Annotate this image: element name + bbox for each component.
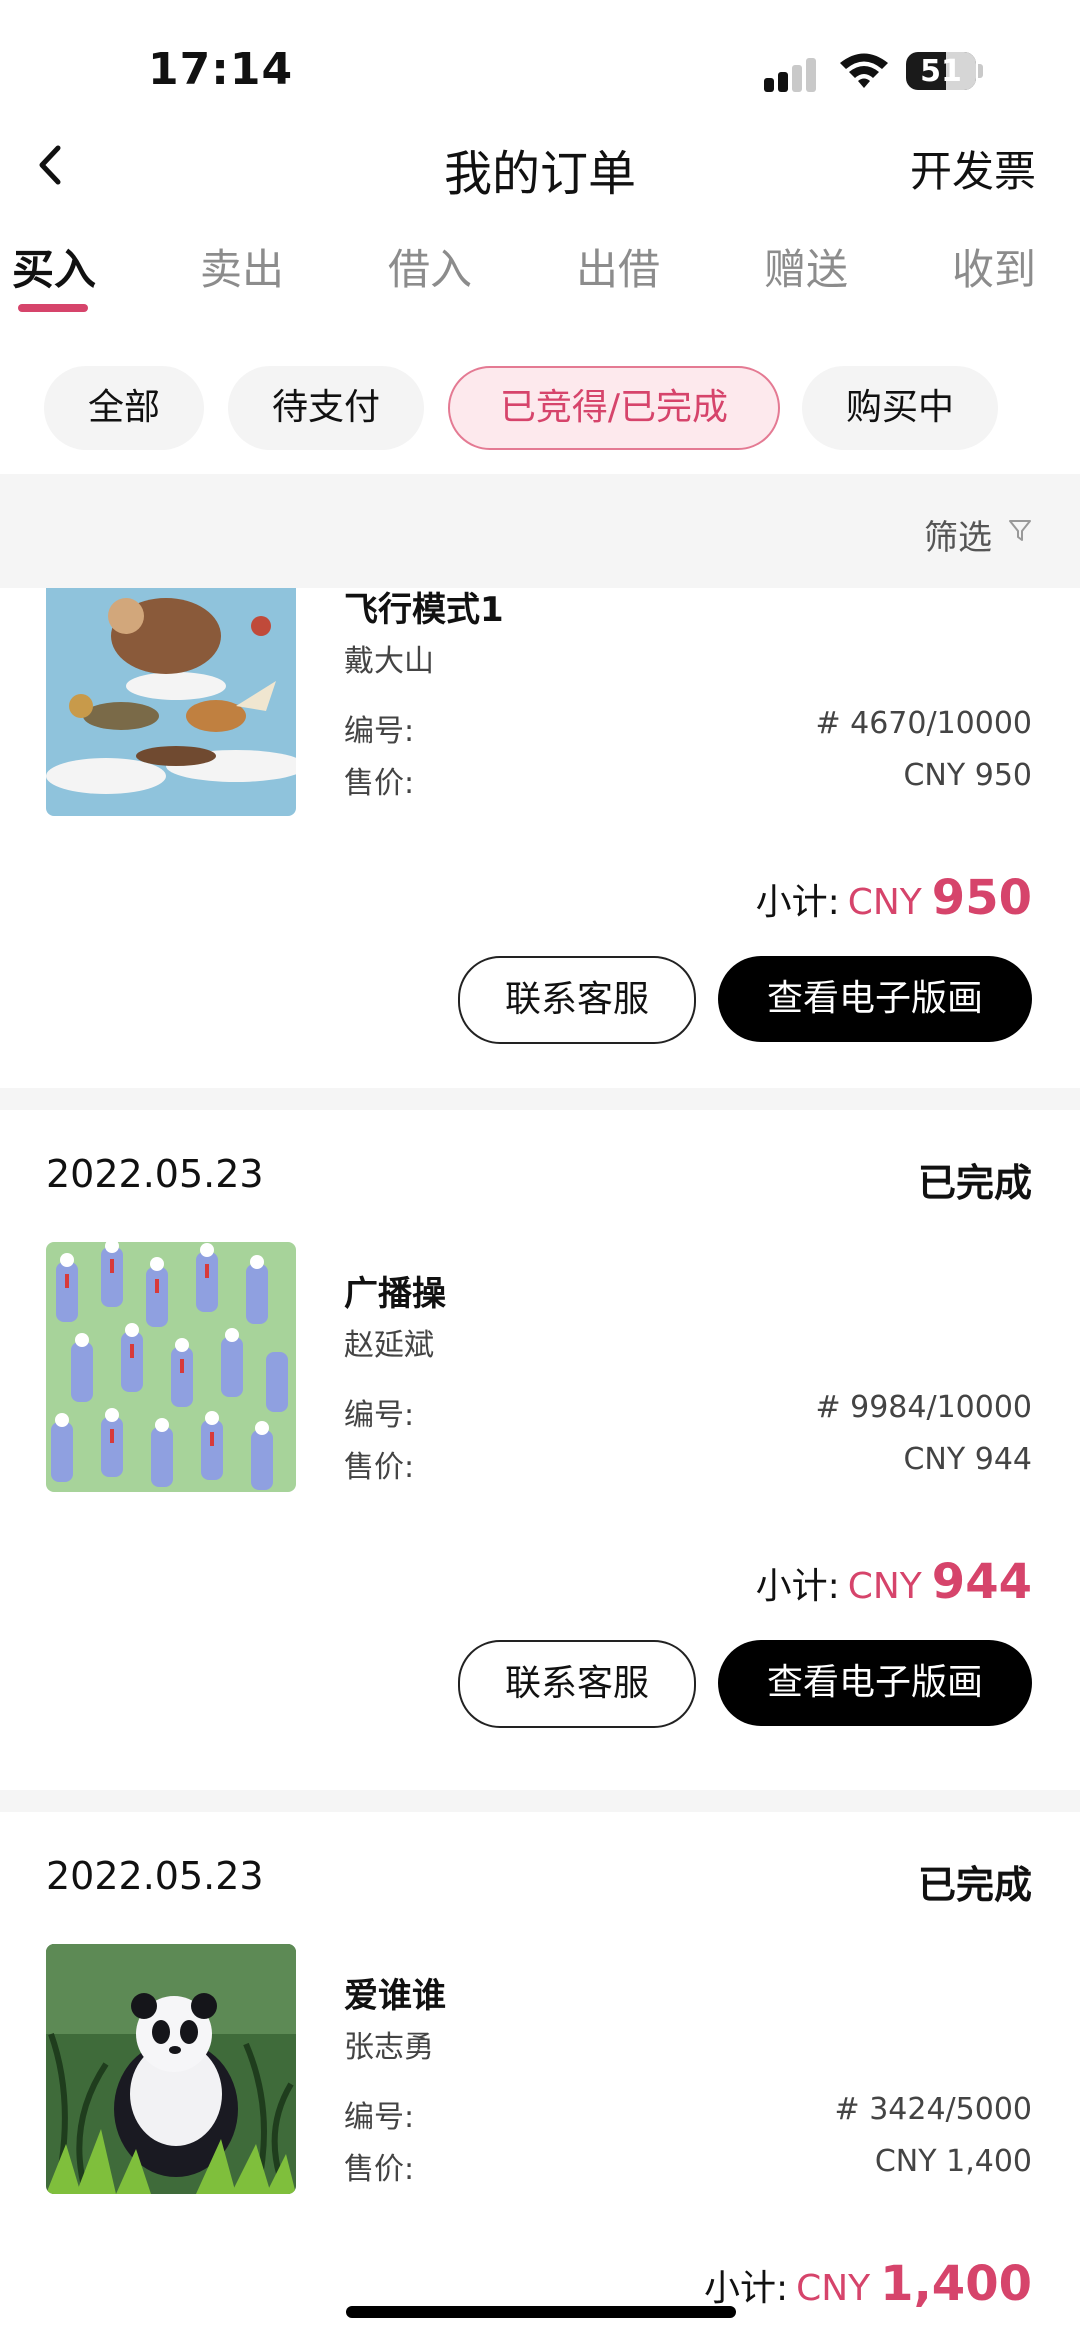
- edition-number: # 4670/10000: [815, 706, 1032, 741]
- subtotal: 小计: CNY 944: [756, 1554, 1032, 1610]
- tab-borrow-in[interactable]: 借入: [370, 236, 490, 297]
- subtotal-currency: CNY: [847, 1566, 922, 1607]
- price-label: 售价:: [344, 766, 415, 801]
- chip-purchasing[interactable]: 购买中: [802, 366, 998, 450]
- price-value: CNY 1,400: [874, 2144, 1032, 2179]
- artwork-thumbnail[interactable]: [46, 588, 296, 816]
- edition-number: # 9984/10000: [815, 1390, 1032, 1425]
- view-digital-print-button[interactable]: 查看电子版画: [718, 1640, 1032, 1726]
- battery-cap: [978, 64, 983, 78]
- contact-support-button[interactable]: 联系客服: [458, 956, 696, 1044]
- subtotal: 小计: CNY 1,400: [704, 2256, 1032, 2312]
- filter-button[interactable]: 筛选: [924, 510, 992, 559]
- chip-pending-payment[interactable]: 待支付: [228, 366, 424, 450]
- active-tab-indicator: [18, 304, 88, 312]
- tab-buy-in[interactable]: 买入: [0, 236, 114, 297]
- cellular-signal-icon: [764, 56, 818, 92]
- edition-number-label: 编号:: [344, 714, 415, 749]
- tab-sell[interactable]: 卖出: [182, 236, 302, 297]
- order-date: 2022.05.23: [46, 1854, 264, 1898]
- subtotal-amount: 950: [931, 870, 1032, 926]
- status-time: 17:14: [148, 44, 294, 95]
- chip-won-completed[interactable]: 已竞得/已完成: [448, 366, 780, 450]
- order-status: 已完成: [917, 1863, 1032, 1907]
- subtotal-label: 小计:: [703, 2268, 789, 2309]
- tab-received[interactable]: 收到: [934, 236, 1054, 297]
- status-filter-chips: 全部 待支付 已竞得/已完成 购买中: [0, 366, 1080, 456]
- invoice-button[interactable]: 开发票: [910, 138, 1036, 199]
- subtotal: 小计: CNY 950: [756, 870, 1032, 926]
- order-card: 2022.05.23 已完成: [0, 1110, 1080, 1790]
- edition-number: # 3424/5000: [834, 2092, 1032, 2127]
- status-bar: 17:14 51: [0, 0, 1080, 140]
- artist-name: 戴大山: [344, 644, 434, 679]
- subtotal-currency: CNY: [796, 2268, 871, 2309]
- nav-bar: 我的订单 开发票: [0, 120, 1080, 210]
- order-status: 已完成: [917, 1161, 1032, 1205]
- subtotal-label: 小计:: [755, 882, 840, 923]
- artist-name: 张志勇: [344, 2030, 434, 2065]
- artwork-title: 广播操: [344, 1274, 446, 1314]
- view-digital-print-button[interactable]: 查看电子版画: [718, 956, 1032, 1042]
- wifi-icon: [840, 53, 888, 88]
- artist-name: 赵延斌: [344, 1328, 434, 1363]
- order-card: 飞行模式1 戴大山 编号: # 4670/10000 售价: CNY 950 小…: [0, 588, 1080, 1088]
- subtotal-amount: 1,400: [880, 2256, 1032, 2312]
- contact-support-button[interactable]: 联系客服: [458, 1640, 696, 1728]
- tab-gift[interactable]: 赠送: [746, 236, 866, 297]
- order-date: 2022.05.23: [46, 1152, 264, 1196]
- artwork-thumbnail[interactable]: [46, 1242, 296, 1492]
- battery-icon: 51: [906, 52, 976, 90]
- price-label: 售价:: [344, 1450, 415, 1485]
- chip-all[interactable]: 全部: [44, 366, 204, 450]
- card-divider: [0, 1088, 1080, 1110]
- price-value: CNY 950: [903, 758, 1032, 793]
- subtotal-currency: CNY: [847, 882, 922, 923]
- price-label: 售价:: [344, 2152, 415, 2187]
- price-value: CNY 944: [903, 1442, 1032, 1477]
- filter-bar: 筛选: [0, 474, 1080, 588]
- battery-level: 51: [920, 54, 962, 89]
- home-indicator: [346, 2306, 736, 2318]
- artwork-title: 飞行模式1: [344, 590, 504, 630]
- filter-funnel-icon[interactable]: [1008, 518, 1032, 544]
- artwork-thumbnail[interactable]: [46, 1944, 296, 2194]
- order-type-tabs: 买入 卖出 借入 出借 赠送 收到: [0, 236, 1080, 316]
- edition-number-label: 编号:: [344, 1398, 415, 1433]
- card-divider: [0, 1790, 1080, 1812]
- order-card: 2022.05.23 已完成: [0, 1812, 1080, 2341]
- subtotal-amount: 944: [931, 1554, 1032, 1610]
- subtotal-label: 小计:: [755, 1566, 840, 1607]
- artwork-title: 爱谁谁: [344, 1976, 446, 2016]
- order-list: 飞行模式1 戴大山 编号: # 4670/10000 售价: CNY 950 小…: [0, 588, 1080, 2341]
- edition-number-label: 编号:: [344, 2100, 415, 2135]
- tab-lend-out[interactable]: 出借: [558, 236, 678, 297]
